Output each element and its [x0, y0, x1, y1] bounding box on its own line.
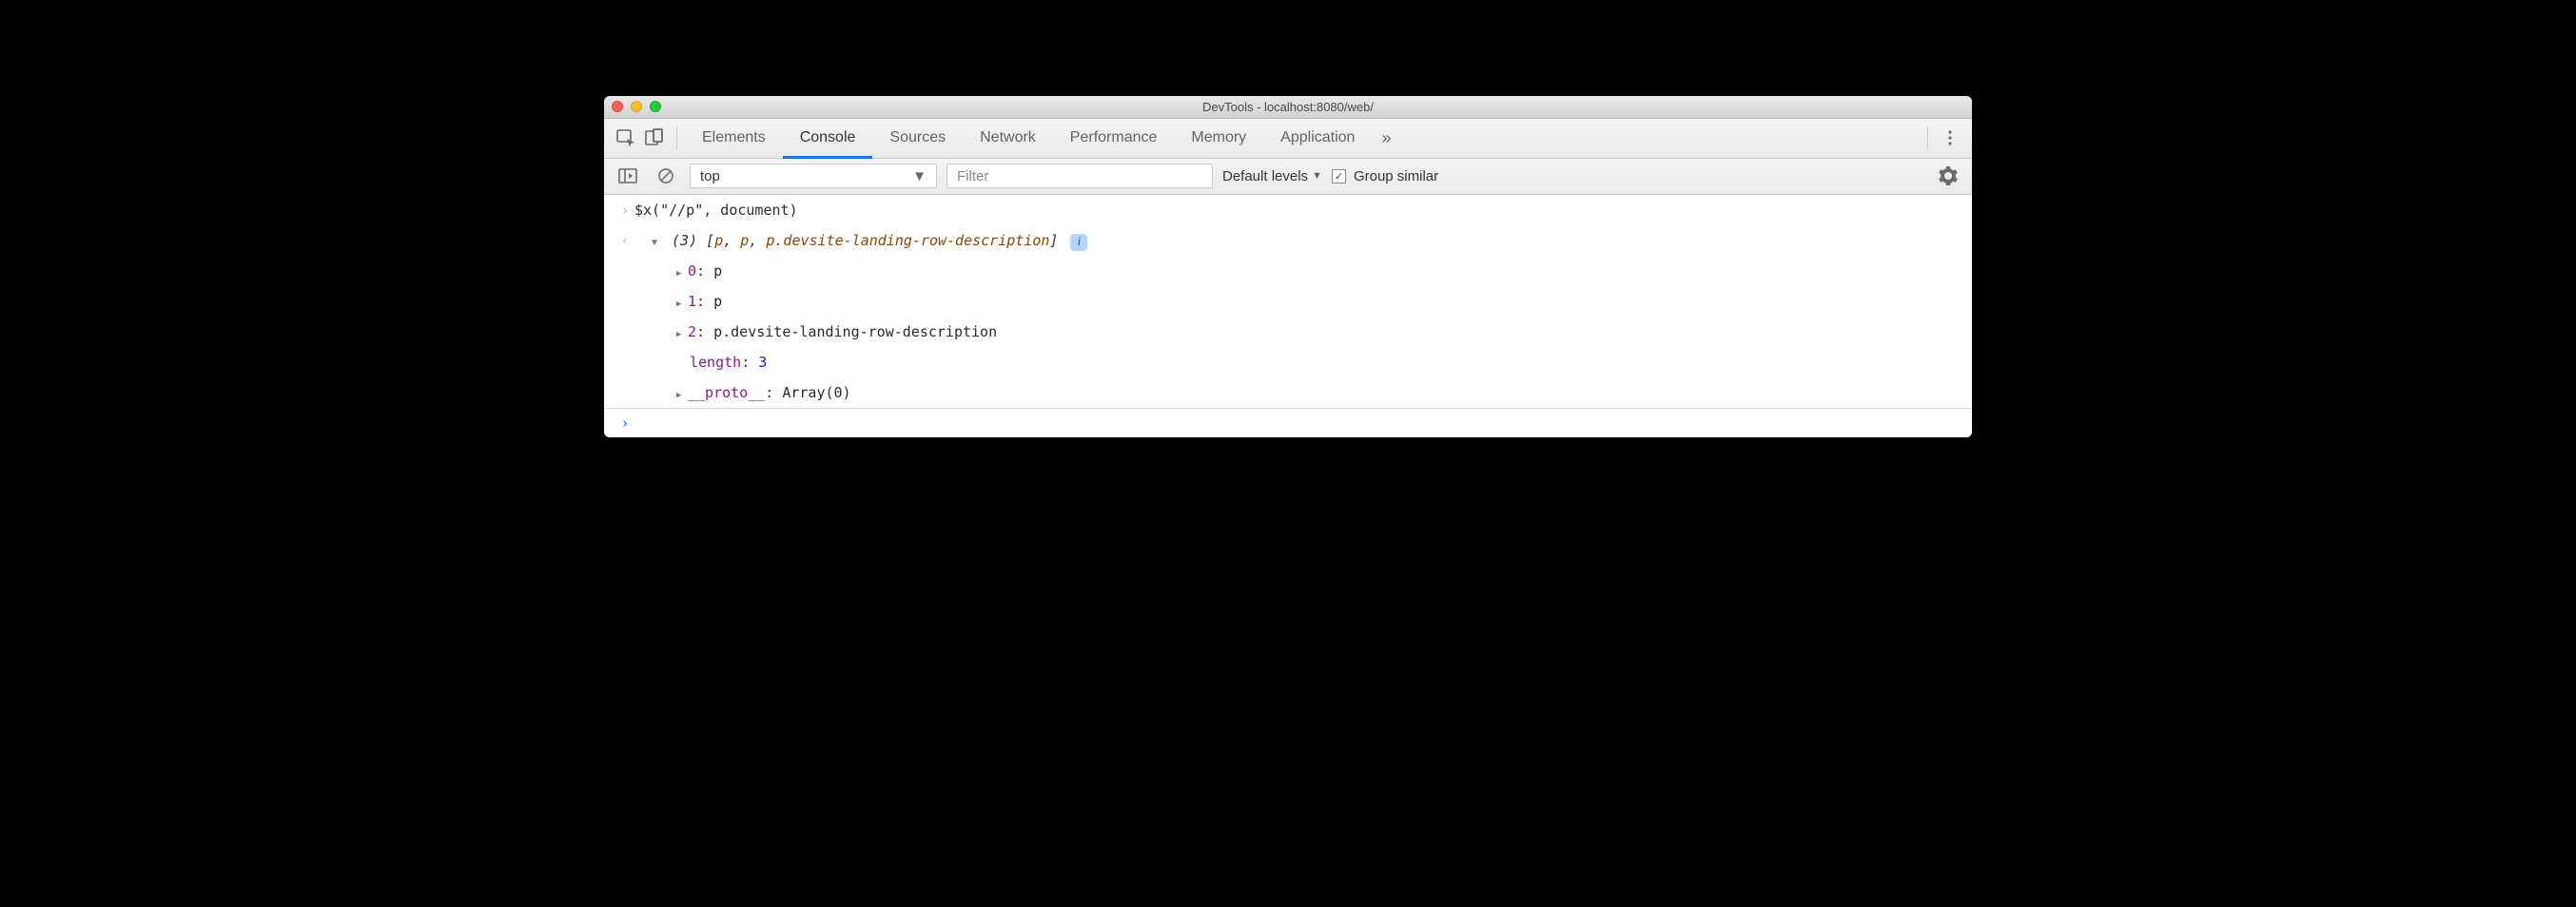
console-prompt-input[interactable] — [634, 415, 1961, 432]
tab-sources[interactable]: Sources — [872, 119, 963, 158]
divider — [1927, 126, 1928, 149]
checkmark-icon: ✓ — [1332, 169, 1346, 183]
clear-console-icon[interactable] — [652, 162, 680, 190]
info-icon[interactable]: i — [1070, 234, 1087, 251]
tab-application[interactable]: Application — [1263, 119, 1372, 158]
array-item-row[interactable]: ▶2: p.devsite-landing-row-description — [604, 317, 1972, 347]
prompt-chevron-icon: › — [615, 415, 634, 432]
panel-tabbar: Elements Console Sources Network Perform… — [604, 119, 1972, 159]
tab-elements[interactable]: Elements — [685, 119, 783, 158]
minimize-window-button[interactable] — [631, 101, 642, 112]
more-tabs-button[interactable]: » — [1372, 119, 1400, 158]
input-chevron-icon: › — [615, 199, 634, 222]
window-title: DevTools - localhost:8080/web/ — [604, 100, 1972, 114]
array-preview: [p, p, p.devsite-landing-row-description… — [706, 232, 1058, 249]
close-window-button[interactable] — [612, 101, 623, 112]
console-result-row[interactable]: ‹ ▼ (3) [p, p, p.devsite-landing-row-des… — [604, 225, 1972, 256]
console-input-row: › $x("//p", document) — [604, 195, 1972, 225]
tab-console[interactable]: Console — [783, 119, 873, 158]
tab-network[interactable]: Network — [963, 119, 1053, 158]
log-level-selector[interactable]: Default levels ▼ — [1222, 168, 1322, 184]
caret-down-icon: ▼ — [912, 168, 927, 184]
console-input-text[interactable]: $x("//p", document) — [634, 199, 1961, 222]
output-chevron-icon: ‹ — [615, 229, 634, 252]
traffic-lights — [612, 101, 661, 112]
titlebar[interactable]: DevTools - localhost:8080/web/ — [604, 96, 1972, 119]
expand-down-icon[interactable]: ▼ — [652, 236, 663, 251]
array-proto-row[interactable]: ▶__proto__: Array(0) — [604, 377, 1972, 408]
inspect-element-icon[interactable] — [612, 124, 640, 152]
zoom-window-button[interactable] — [650, 101, 661, 112]
expand-right-icon[interactable]: ▶ — [676, 328, 688, 341]
device-toolbar-icon[interactable] — [640, 124, 669, 152]
group-similar-checkbox[interactable]: ✓ Group similar — [1332, 168, 1438, 184]
caret-down-icon: ▼ — [1312, 170, 1322, 182]
tab-memory[interactable]: Memory — [1174, 119, 1263, 158]
context-value: top — [700, 168, 720, 184]
array-count: (3) — [672, 232, 697, 249]
array-length-row: length: 3 — [604, 347, 1972, 377]
kebab-menu-icon[interactable] — [1936, 124, 1964, 152]
tab-performance[interactable]: Performance — [1053, 119, 1175, 158]
array-item-row[interactable]: ▶0: p — [604, 256, 1972, 286]
divider — [676, 126, 677, 149]
execution-context-selector[interactable]: top ▼ — [690, 164, 937, 188]
sidebar-toggle-icon[interactable] — [614, 162, 642, 190]
expand-right-icon[interactable]: ▶ — [676, 267, 688, 280]
expand-right-icon[interactable]: ▶ — [676, 298, 688, 311]
array-item-row[interactable]: ▶1: p — [604, 286, 1972, 317]
devtools-window: DevTools - localhost:8080/web/ Elements … — [604, 96, 1972, 437]
console-prompt-row[interactable]: › — [604, 408, 1972, 437]
console-settings-icon[interactable] — [1934, 162, 1962, 190]
filter-placeholder: Filter — [957, 168, 988, 184]
group-similar-label: Group similar — [1354, 168, 1438, 184]
expand-right-icon[interactable]: ▶ — [676, 389, 688, 402]
levels-label: Default levels — [1222, 168, 1308, 184]
console-output: › $x("//p", document) ‹ ▼ (3) [p, p, p.d… — [604, 195, 1972, 437]
filter-input[interactable]: Filter — [946, 164, 1213, 188]
console-toolbar: top ▼ Filter Default levels ▼ ✓ Group si… — [604, 159, 1972, 195]
